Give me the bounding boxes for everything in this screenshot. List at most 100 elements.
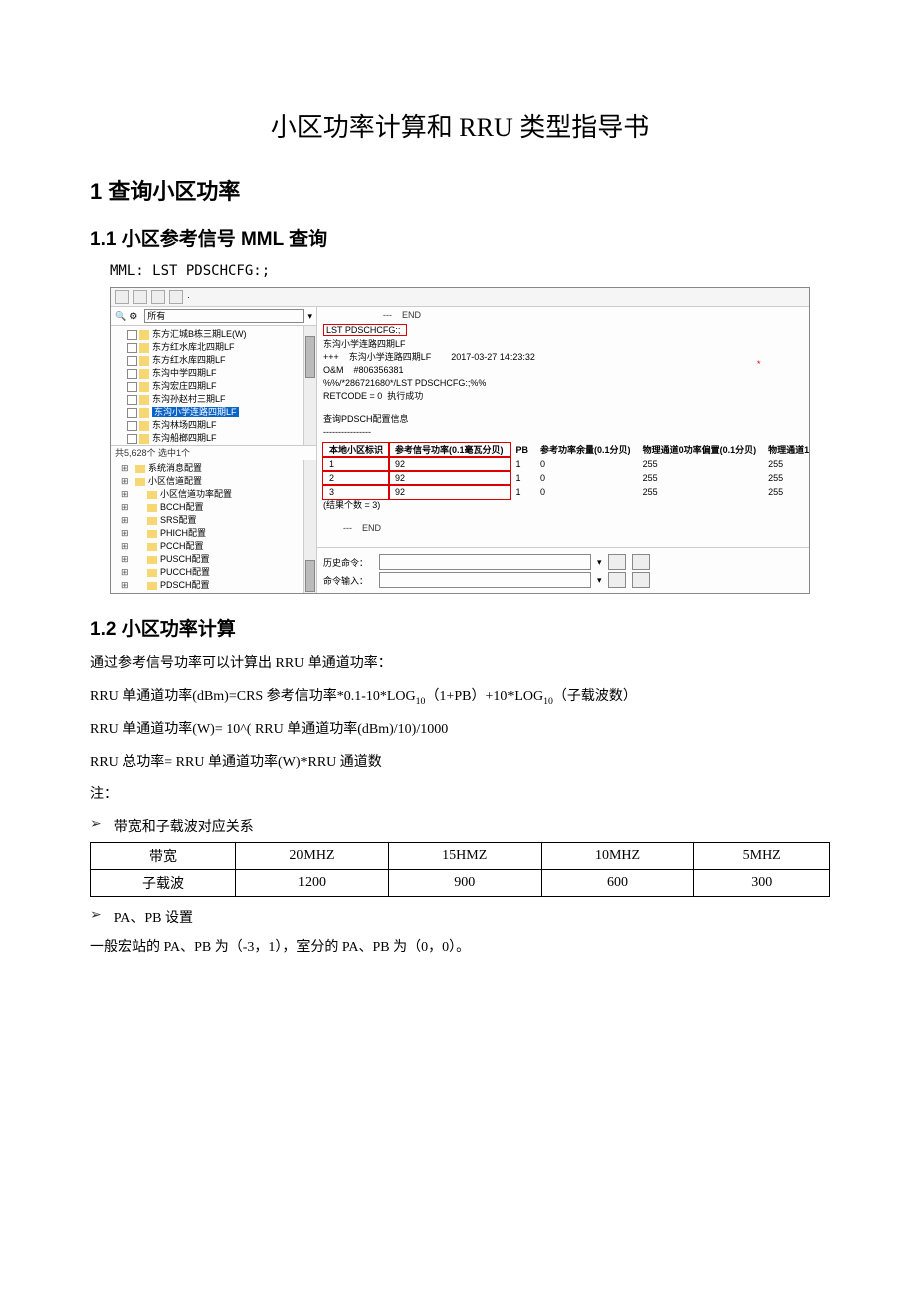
ss-search-bar: 🔍 ⚙ 所有 ▾: [111, 307, 316, 326]
config-tree-item[interactable]: SRS配置: [117, 514, 316, 527]
ne-tree-item[interactable]: 东沟宏庄四期LF: [111, 380, 316, 393]
config-label: PUCCH配置: [160, 567, 210, 577]
history-btn[interactable]: [608, 554, 626, 570]
config-tree-item[interactable]: PDSCH配置: [117, 579, 316, 592]
bullet-bw: ➢ 带宽和子载波对应关系: [90, 816, 830, 836]
config-label: BCCH配置: [160, 502, 204, 512]
config-tree-item[interactable]: PCCH配置: [117, 540, 316, 553]
config-tree-item[interactable]: PHICH配置: [117, 527, 316, 540]
scrollbar[interactable]: [303, 460, 316, 594]
bullet-papb: ➢ PA、PB 设置: [90, 907, 830, 927]
ne-label: 东沟小学连路四期LF: [152, 407, 239, 417]
out-col: 物理通道1功率偏置(0.1分贝): [762, 443, 810, 457]
ne-tree-item[interactable]: 东沟石巷四期LF: [111, 445, 316, 446]
ne-tree-item[interactable]: 东沟中学四期LF: [111, 367, 316, 380]
out-cell: 3: [323, 485, 389, 499]
ne-icon: [139, 382, 149, 392]
para-note: 注：: [90, 784, 830, 806]
tb-icon[interactable]: [133, 290, 147, 304]
out-cell: 1: [510, 471, 535, 485]
out-cell: 0: [534, 457, 637, 471]
ne-tree-item[interactable]: 东方红水库北四期LF: [111, 341, 316, 354]
config-tree-item[interactable]: PUCCH配置: [117, 566, 316, 579]
out-cell: 2: [323, 471, 389, 485]
ne-icon: [139, 330, 149, 340]
tb-icon[interactable]: [169, 290, 183, 304]
config-tree-item[interactable]: 小区信道配置: [117, 475, 316, 488]
config-tree-item[interactable]: 修改PDSCH配置信息(MOD PDSCHCFG): [117, 592, 316, 594]
output-plus: +++ 东沟小学连路四期LF 2017-03-27 14:23:32: [323, 351, 810, 364]
ne-tree-item[interactable]: 东沟林场四期LF: [111, 419, 316, 432]
mml-command: MML: LST PDSCHCFG:;: [110, 263, 830, 279]
ne-tree-item[interactable]: 东沟孙赵村三期LF: [111, 393, 316, 406]
config-tree-item[interactable]: 小区信道功率配置: [117, 488, 316, 501]
out-cell: 255: [637, 457, 763, 471]
out-col: 本地小区标识: [323, 443, 389, 457]
history-btn[interactable]: [632, 554, 650, 570]
output-retcode: RETCODE = 0 执行成功: [323, 390, 810, 403]
output-table: 本地小区标识参考信号功率(0.1毫瓦分贝)PB参考功率余量(0.1分贝)物理通道…: [323, 443, 810, 499]
config-label: PUSCH配置: [160, 554, 210, 564]
ne-tree-item[interactable]: 东沟船榔四期LF: [111, 432, 316, 445]
scrollbar[interactable]: [303, 326, 316, 445]
table-cell: 20MHZ: [236, 843, 389, 870]
tb-icon[interactable]: [115, 290, 129, 304]
out-cell: 255: [637, 485, 763, 499]
config-label: 修改PDSCH配置信息(MOD PDSCHCFG): [172, 593, 316, 594]
table-row: 子载波 1200 900 600 300: [91, 870, 830, 897]
ne-label: 东沟孙赵村三期LF: [152, 394, 226, 404]
table-row: 带宽 20MHZ 15HMZ 10MHZ 5MHZ: [91, 843, 830, 870]
out-cell: 92: [389, 471, 510, 485]
ss-left-panel: 🔍 ⚙ 所有 ▾ 东方汇城B栋三期LE(W)东方红水库北四期LF东方红水库四期L…: [111, 307, 317, 594]
dropdown-icon[interactable]: ▾: [597, 557, 602, 568]
table-cell: 300: [694, 870, 830, 897]
config-tree-item[interactable]: PUSCH配置: [117, 553, 316, 566]
folder-icon: [147, 504, 157, 512]
ne-label: 东沟船榔四期LF: [152, 433, 217, 443]
mml-output: --- END LST PDSCHCFG:; 东沟小学连路四期LF +++ 东沟…: [317, 307, 810, 547]
ne-tree-item[interactable]: 东方红水库四期LF: [111, 354, 316, 367]
history-select[interactable]: [379, 554, 591, 570]
dropdown-icon[interactable]: ▾: [307, 311, 312, 322]
filter-icon[interactable]: ⚙: [129, 311, 137, 322]
out-cell: 1: [510, 457, 535, 471]
filter-select[interactable]: 所有: [144, 309, 304, 323]
ne-tree-item[interactable]: 东方汇城B栋三期LE(W): [111, 328, 316, 341]
folder-icon: [147, 517, 157, 525]
ne-icon: [139, 343, 149, 353]
folder-icon: [147, 543, 157, 551]
dropdown-icon[interactable]: ▾: [597, 575, 602, 586]
mml-screenshot: · 🔍 ⚙ 所有 ▾ 东方汇城B栋三期LE(W)东方红水库北四期LF东方红水库四…: [110, 287, 810, 594]
config-label: PCCH配置: [160, 541, 204, 551]
ne-tree[interactable]: 东方汇城B栋三期LE(W)东方红水库北四期LF东方红水库四期LF东沟中学四期LF…: [111, 326, 316, 446]
output-mml-echo: %%/*286721680*/LST PDSCHCFG:;%%: [323, 377, 810, 390]
assist-btn[interactable]: [632, 572, 650, 588]
ne-icon: [139, 395, 149, 405]
search-icon[interactable]: 🔍: [115, 311, 126, 322]
output-om: O&M #806356381: [323, 364, 810, 377]
config-label: 小区信道功率配置: [160, 489, 232, 499]
tb-icon[interactable]: [151, 290, 165, 304]
ne-icon: [139, 434, 149, 444]
output-end: --- END: [323, 309, 810, 322]
config-tree-item[interactable]: BCCH配置: [117, 501, 316, 514]
table-row: 39210255255255: [323, 485, 810, 499]
ne-tree-item[interactable]: 东沟小学连路四期LF: [111, 406, 316, 419]
table-cell: 15HMZ: [388, 843, 541, 870]
ne-icon: [139, 369, 149, 379]
config-label: PDSCH配置: [160, 580, 210, 590]
ne-label: 东沟林场四期LF: [152, 420, 217, 430]
folder-icon: [147, 582, 157, 590]
para-formula-dbm: RRU 单通道功率(dBm)=CRS 参考信功率*0.1-10*LOG10（1+…: [90, 686, 830, 709]
out-cell: 255: [762, 485, 810, 499]
config-tree[interactable]: 系统消息配置小区信道配置小区信道功率配置 BCCH配置 SRS配置PHICH配置PC…: [111, 460, 316, 594]
exec-btn[interactable]: [608, 572, 626, 588]
out-col: PB: [510, 443, 535, 457]
folder-icon: [135, 478, 145, 486]
heading-1-2: 1.2 小区功率计算: [90, 614, 830, 641]
out-cell: 255: [762, 471, 810, 485]
para-papb: 一般宏站的 PA、PB 为（-3，1），室分的 PA、PB 为（0，0）。: [90, 937, 830, 959]
command-input[interactable]: [379, 572, 591, 588]
table-cell: 1200: [236, 870, 389, 897]
config-tree-item[interactable]: 系统消息配置: [117, 462, 316, 475]
